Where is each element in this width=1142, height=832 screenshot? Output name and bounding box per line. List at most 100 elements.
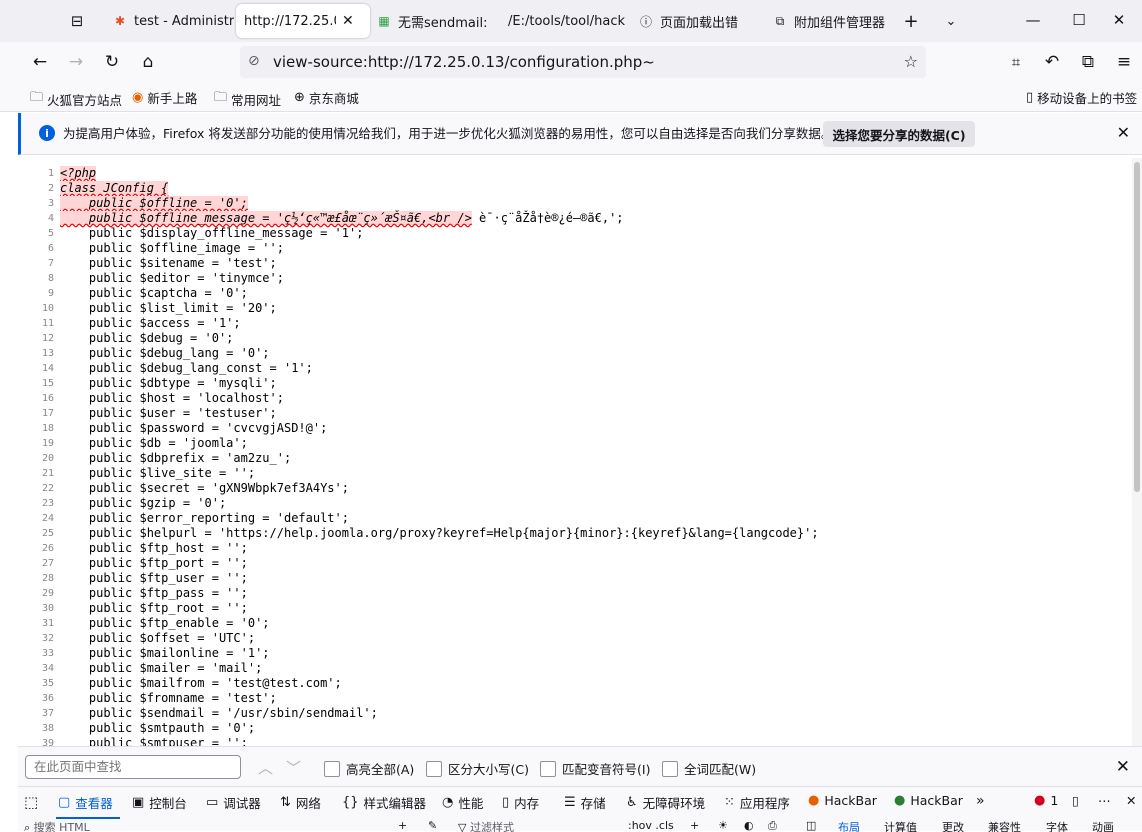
devtools-tab-debugger[interactable]: ▭ 调试器 bbox=[206, 793, 261, 812]
close-icon[interactable]: ✕ bbox=[1116, 757, 1130, 777]
minimize-button[interactable]: — bbox=[1010, 0, 1056, 40]
devtools-tab-inspector[interactable]: ▢ 查看器 bbox=[58, 793, 113, 812]
sidebar-tab-compatibility[interactable]: 兼容性 bbox=[988, 819, 1021, 832]
sidebar-tab-changes[interactable]: 更改 bbox=[942, 819, 964, 832]
line-code: public $smtpauth = '0'; bbox=[60, 721, 256, 735]
devtools-tab-style-editor[interactable]: {} 样式编辑器 bbox=[342, 793, 426, 812]
devtools-menu-button[interactable]: ⋯ bbox=[1098, 793, 1111, 808]
tab-label: 无需sendmail: bbox=[398, 15, 488, 31]
line-number: 14 bbox=[41, 363, 54, 374]
close-icon: ✕ bbox=[1112, 11, 1126, 29]
devtools-tab-accessibility[interactable]: ♿ 无障碍环境 bbox=[626, 793, 705, 812]
tab-joomla[interactable]: ✱ test - Administr bbox=[104, 4, 236, 38]
back-button[interactable]: ← bbox=[28, 50, 52, 74]
error-count: 1 bbox=[1050, 793, 1059, 808]
devtools-tab-application[interactable]: ⁙ 应用程序 bbox=[724, 793, 790, 812]
forward-button[interactable]: → bbox=[64, 50, 88, 74]
find-input[interactable] bbox=[25, 755, 241, 779]
info-icon: ⓘ bbox=[639, 14, 652, 29]
line-code: public $editor = 'tinymce'; bbox=[60, 271, 284, 285]
home-button[interactable]: ⌂ bbox=[136, 50, 160, 74]
reload-button[interactable]: ↻ bbox=[100, 50, 124, 74]
tab-local-file[interactable]: /E:/tools/tool/hack bbox=[500, 4, 626, 38]
filter-styles-field[interactable]: ▽ 过滤样式 bbox=[458, 819, 514, 832]
line-code: public $user = 'testuser'; bbox=[60, 406, 277, 420]
find-next-button[interactable]: ﹀ bbox=[286, 757, 301, 778]
eyedropper-icon[interactable]: ✎ bbox=[428, 819, 437, 832]
tab-sendmail[interactable]: ▦ 无需sendmail: bbox=[368, 4, 504, 38]
scrollbar-thumb[interactable] bbox=[1134, 162, 1140, 492]
find-previous-button[interactable]: ︿ bbox=[258, 757, 273, 778]
line-code: public $db = 'joomla'; bbox=[60, 436, 248, 450]
url-bar[interactable]: ⊘ view-source:http://172.25.0.13/configu… bbox=[240, 46, 926, 78]
devtools-tab-hackbar-2[interactable]: ● HackBar bbox=[894, 793, 963, 808]
search-icon: ⌕ bbox=[24, 821, 31, 832]
url-text[interactable]: view-source:http://172.25.0.13/configura… bbox=[273, 46, 655, 78]
tab-addons[interactable]: ⧉ 附加组件管理器 bbox=[764, 4, 900, 38]
dark-mode-icon[interactable]: ◐ bbox=[744, 819, 754, 832]
checkbox[interactable] bbox=[540, 760, 556, 777]
window-close-button[interactable]: ✕ bbox=[1096, 0, 1142, 40]
devtools-tab-console[interactable]: ▣ 控制台 bbox=[132, 793, 187, 812]
search-html-field[interactable]: ⌕ 搜索 HTML bbox=[24, 819, 90, 832]
devtools-tab-storage[interactable]: ☰ 存储 bbox=[564, 793, 606, 812]
sidebar-tab-animations[interactable]: 动画 bbox=[1092, 819, 1114, 832]
undo-button[interactable]: ↶ bbox=[1040, 50, 1064, 74]
checkbox[interactable] bbox=[324, 760, 340, 777]
light-mode-icon[interactable]: ☀ bbox=[718, 819, 728, 832]
line-number: 26 bbox=[41, 543, 54, 554]
line-code: public $debug_lang = '0'; bbox=[60, 346, 270, 360]
mobile-bookmarks[interactable]: ▯ 移动设备上的书签 bbox=[1026, 88, 1137, 107]
bookmark-item[interactable]: ⊕ 京东商城 bbox=[294, 88, 359, 107]
add-rule-button[interactable]: + bbox=[690, 819, 699, 832]
devtools-tab-performance[interactable]: ◔ 性能 bbox=[442, 793, 483, 812]
share-data-button[interactable]: 选择您要分享的数据(C) bbox=[823, 121, 975, 147]
checkbox-label: 全词匹配(W) bbox=[684, 762, 757, 777]
print-mode-icon[interactable]: ⎙ bbox=[768, 819, 777, 832]
close-tab-icon[interactable]: ✕ bbox=[342, 13, 354, 29]
pick-element-button[interactable]: ⬚ bbox=[24, 793, 38, 811]
line-number: 8 bbox=[47, 273, 54, 284]
checkbox[interactable] bbox=[426, 760, 442, 777]
highlight-all-checkbox[interactable]: 高亮全部(A) bbox=[324, 759, 414, 778]
more-tabs-button[interactable]: » bbox=[976, 793, 985, 809]
network-icon: ⇅ bbox=[280, 795, 291, 810]
tab-load-error[interactable]: ⓘ 页面加载出错 bbox=[630, 4, 766, 38]
error-count-badge[interactable]: ● 1 bbox=[1034, 793, 1058, 808]
hov-cls-toggles[interactable]: :hov .cls bbox=[628, 819, 674, 832]
new-tab-button[interactable]: + bbox=[898, 4, 924, 38]
bookmark-item[interactable]: ◉ 新手上路 bbox=[132, 88, 197, 107]
list-tabs-button[interactable]: ⌄ bbox=[938, 4, 964, 38]
extensions-button[interactable]: ⧉ bbox=[1076, 50, 1100, 74]
line-number: 27 bbox=[41, 558, 54, 569]
whole-words-checkbox[interactable]: 全词匹配(W) bbox=[662, 759, 756, 778]
page-info-icon[interactable]: ⊘ bbox=[248, 53, 260, 69]
sidebar-tab-fonts[interactable]: 字体 bbox=[1046, 819, 1068, 832]
tab-active-source[interactable]: http://172.25.0.1 ✕ bbox=[236, 4, 370, 38]
dock-button[interactable]: ▯ bbox=[1072, 793, 1079, 808]
devtools-tab-network[interactable]: ⇅ 网络 bbox=[280, 793, 321, 812]
match-case-checkbox[interactable]: 区分大小写(C) bbox=[426, 759, 529, 778]
close-icon[interactable]: ✕ bbox=[1117, 123, 1130, 142]
checkbox[interactable] bbox=[662, 760, 678, 777]
bookmark-folder[interactable]: 🗀 常用网址 bbox=[214, 88, 281, 110]
star-icon[interactable]: ☆ bbox=[904, 52, 918, 71]
sidebar-tab-layout[interactable]: 布局 bbox=[838, 819, 860, 832]
devtools-tab-memory[interactable]: ▯ 内存 bbox=[502, 793, 539, 812]
menu-button[interactable]: ≡ bbox=[1112, 50, 1136, 74]
match-diacritics-checkbox[interactable]: 匹配变音符号(I) bbox=[540, 759, 650, 778]
devtools-close-button[interactable]: ✕ bbox=[1126, 793, 1136, 808]
filter-icon: ▽ bbox=[458, 821, 467, 832]
add-node-button[interactable]: + bbox=[398, 819, 407, 832]
devtools-tab-hackbar[interactable]: ● HackBar bbox=[808, 793, 877, 808]
bookmark-folder[interactable]: 🗀 火狐官方站点 bbox=[30, 88, 122, 110]
sidebar-tab-computed[interactable]: 计算值 bbox=[884, 819, 917, 832]
search-html-placeholder: 搜索 HTML bbox=[33, 821, 90, 832]
line-number: 34 bbox=[41, 663, 54, 674]
hackbar-icon: ● bbox=[808, 793, 820, 808]
screenshot-button[interactable]: ⌗ bbox=[1004, 50, 1028, 74]
vertical-scrollbar[interactable] bbox=[1132, 158, 1142, 746]
tab-overview-button[interactable]: ⊟ bbox=[60, 4, 94, 38]
tab-strip: ⊟ ✱ test - Administr http://172.25.0.1 ✕… bbox=[0, 0, 1142, 42]
split-view-icon[interactable]: ◫ bbox=[806, 819, 816, 832]
